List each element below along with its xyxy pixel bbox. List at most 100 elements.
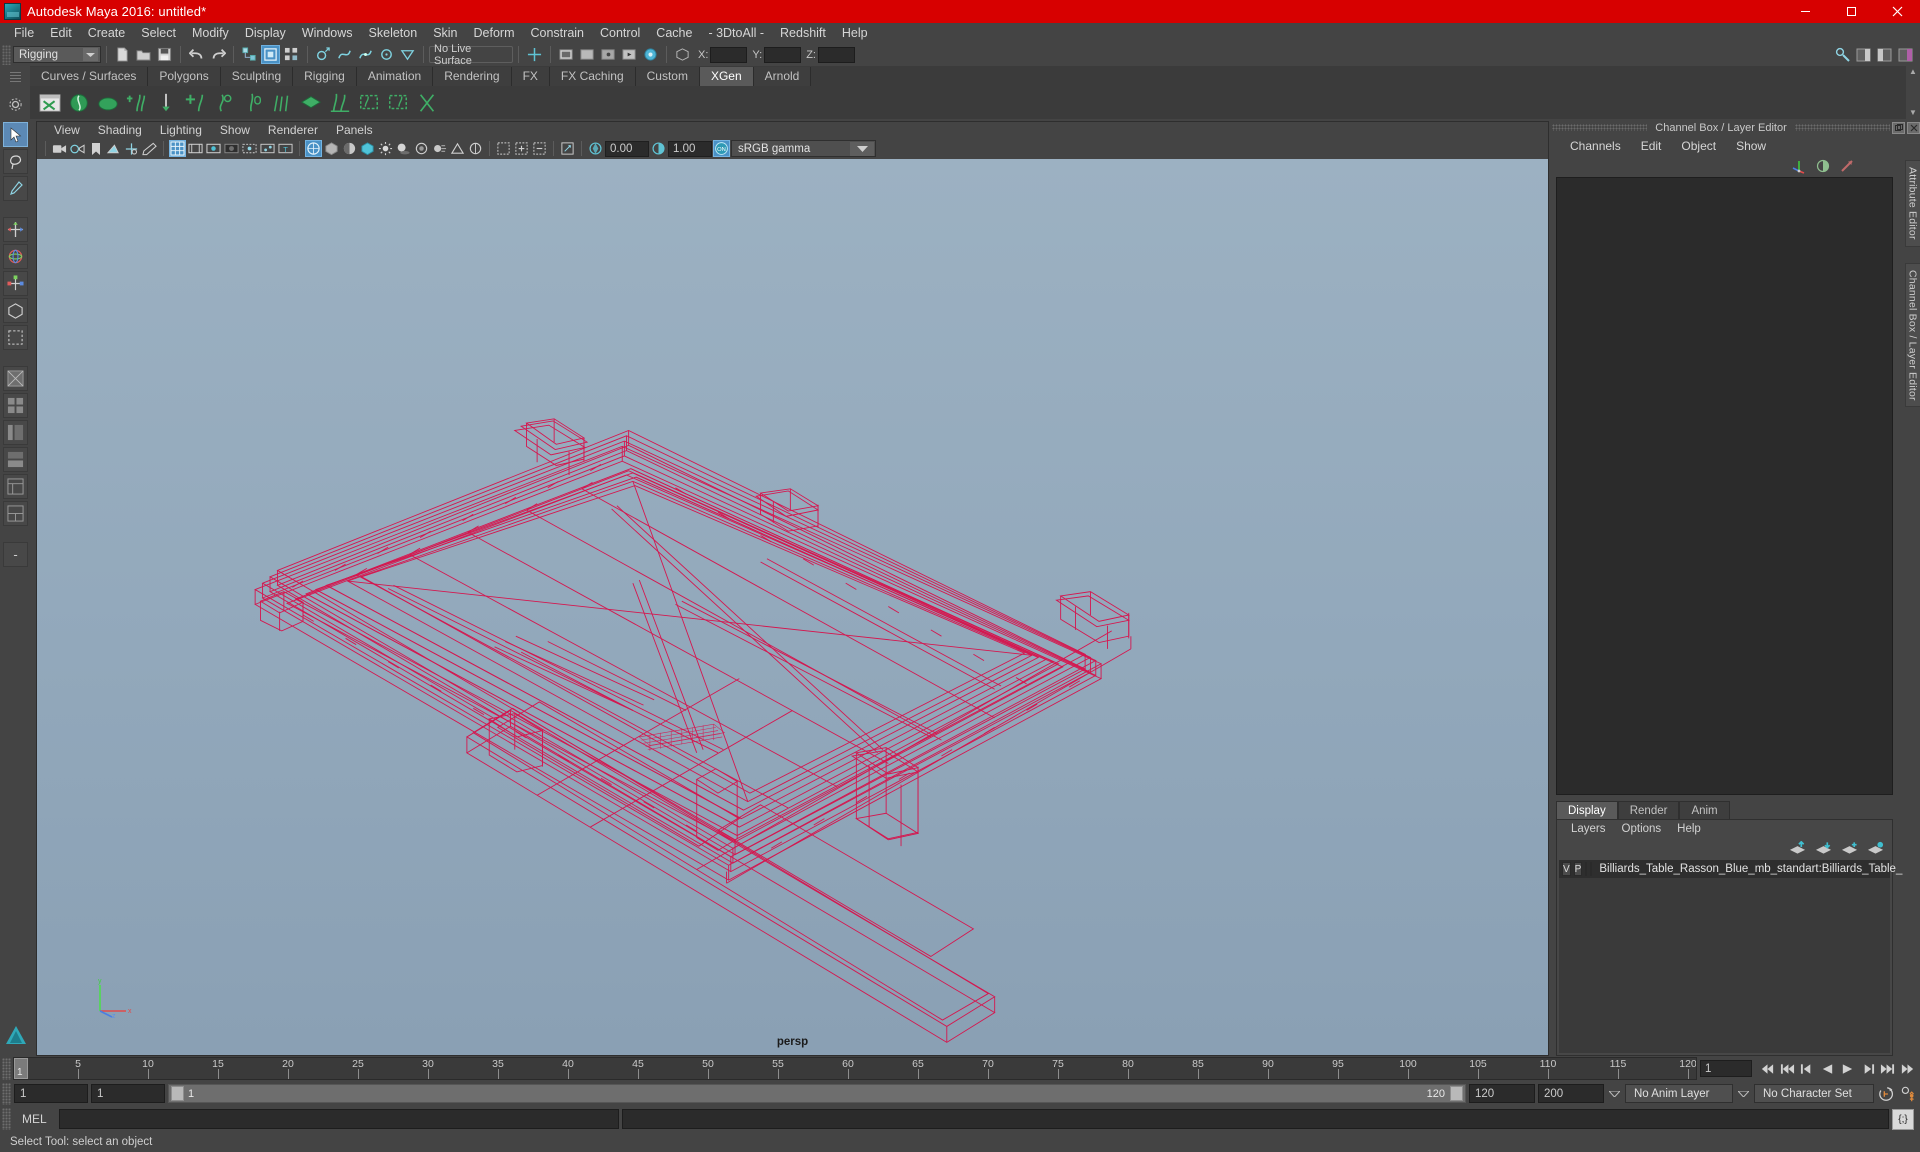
time-slider-grip[interactable] (2, 1057, 11, 1080)
anim-start-field[interactable]: 1 (91, 1084, 165, 1103)
shelf-tab-xgen[interactable]: XGen (699, 67, 754, 86)
isolate-add-icon[interactable] (513, 140, 530, 157)
shelf-tab-rigging[interactable]: Rigging (293, 67, 357, 86)
xgen-export-icon[interactable] (413, 89, 440, 116)
two-d-pan-zoom-icon[interactable] (123, 140, 140, 157)
xgen-collection-icon[interactable] (297, 89, 324, 116)
show-hide-tool-settings-icon[interactable] (1875, 45, 1894, 64)
move-layer-up-icon[interactable] (1789, 841, 1806, 855)
current-frame-field[interactable]: 1 (1700, 1060, 1752, 1077)
xray-joints-icon[interactable] (259, 140, 276, 157)
menu-redshift[interactable]: Redshift (772, 23, 834, 43)
shelf-tab-custom[interactable]: Custom (635, 67, 700, 86)
minimize-button[interactable] (1782, 0, 1828, 23)
auto-keyframe-toggle-icon[interactable] (1877, 1084, 1896, 1103)
depth-of-field-icon[interactable] (467, 140, 484, 157)
new-scene-icon[interactable] (113, 45, 132, 64)
menu-control[interactable]: Control (592, 23, 648, 43)
character-set-combo[interactable]: No Character Set (1754, 1084, 1874, 1103)
menu-modify[interactable]: Modify (184, 23, 237, 43)
viewport-menu-shading[interactable]: Shading (89, 122, 151, 139)
wireframe-shading-icon[interactable] (305, 140, 322, 158)
layer-menu-layers[interactable]: Layers (1563, 823, 1614, 835)
xgen-clumping-modifier-icon[interactable] (239, 89, 266, 116)
step-forward-key-icon[interactable] (1878, 1059, 1897, 1078)
shelf-tab-fx[interactable]: FX (511, 67, 550, 86)
select-by-hierarchy-icon[interactable] (240, 45, 259, 64)
camera-attributes-icon[interactable] (69, 140, 86, 157)
grid-toggle-icon[interactable] (169, 140, 186, 158)
menu-create[interactable]: Create (80, 23, 134, 43)
layer-row[interactable]: V P Billiards_Table_Rasson_Blue_mb_stand… (1559, 860, 1902, 878)
layer-menu-help[interactable]: Help (1669, 823, 1709, 835)
transform-xyz-icon[interactable] (673, 45, 692, 64)
menu-skeleton[interactable]: Skeleton (361, 23, 426, 43)
menu-windows[interactable]: Windows (294, 23, 361, 43)
anim-layer-combo[interactable]: No Anim Layer (1625, 1084, 1733, 1103)
viewport-menu-view[interactable]: View (45, 122, 89, 139)
xgen-description-icon[interactable] (65, 89, 92, 116)
smooth-shade-all-icon[interactable] (323, 140, 340, 157)
show-hide-channel-box-icon[interactable] (1896, 45, 1915, 64)
multisample-aa-icon[interactable] (449, 140, 466, 157)
menu-help[interactable]: Help (834, 23, 876, 43)
anim-layer-chevron-down-icon[interactable] (1607, 1084, 1622, 1103)
viewport-menu-renderer[interactable]: Renderer (259, 122, 327, 139)
render-globe-icon[interactable] (641, 45, 660, 64)
color-management-toggle-icon[interactable]: ON (713, 140, 730, 158)
ipr-render-icon[interactable] (599, 45, 618, 64)
shaded-wireframe-icon[interactable] (341, 140, 358, 157)
menu-3dtoall[interactable]: - 3DtoAll - (700, 23, 772, 43)
bookmark-layout-button[interactable]: - (3, 542, 28, 567)
shelf-tab-polygons[interactable]: Polygons (148, 67, 221, 86)
render-sequence-icon[interactable] (620, 45, 639, 64)
isolate-select-icon[interactable] (495, 140, 512, 157)
hypershade-persp-layout-button[interactable] (3, 474, 28, 499)
y-input[interactable] (764, 46, 802, 63)
range-slider-grip[interactable] (2, 1082, 11, 1105)
soft-select-button[interactable] (3, 325, 28, 350)
motion-blur-icon[interactable] (431, 140, 448, 157)
shelf-drag-handle-icon[interactable] (9, 72, 21, 83)
render-view-icon[interactable] (578, 45, 597, 64)
redo-icon[interactable] (208, 45, 227, 64)
shelf-scroll-down-icon[interactable]: ▼ (1909, 109, 1917, 117)
save-scene-icon[interactable] (155, 45, 174, 64)
shelf-tab-rendering[interactable]: Rendering (433, 67, 512, 86)
layer-list[interactable]: V P Billiards_Table_Rasson_Blue_mb_stand… (1559, 860, 1902, 1053)
character-set-chevron-down-icon[interactable] (1736, 1084, 1751, 1103)
shelf-tab-animation[interactable]: Animation (356, 67, 434, 86)
four-view-layout-button[interactable] (3, 393, 28, 418)
step-forward-frame-icon[interactable] (1858, 1059, 1877, 1078)
channel-box-visibility-icon[interactable] (1815, 158, 1831, 174)
snap-to-point-icon[interactable] (356, 45, 375, 64)
close-dock-button[interactable] (1907, 121, 1920, 134)
menu-set-selector[interactable]: Rigging (13, 46, 101, 63)
range-start-field[interactable]: 1 (14, 1084, 88, 1103)
statusline-grip[interactable] (2, 44, 11, 65)
universal-manipulator-button[interactable] (3, 298, 28, 323)
xgen-add-modifier-icon[interactable] (181, 89, 208, 116)
snap-to-projected-center-icon[interactable] (377, 45, 396, 64)
x-input[interactable] (710, 46, 748, 63)
film-gate-icon[interactable] (187, 140, 204, 157)
select-tool-button[interactable] (3, 122, 28, 147)
menu-file[interactable]: File (6, 23, 42, 43)
persp-outliner-layout-button[interactable] (3, 501, 28, 526)
show-hide-modeling-toolkit-icon[interactable] (1833, 45, 1852, 64)
view-transform-combo[interactable]: sRGB gamma (731, 140, 876, 158)
anim-end-field[interactable]: 120 (1469, 1084, 1535, 1103)
layer-tab-display[interactable]: Display (1556, 801, 1618, 819)
vertical-tab-channel-box[interactable]: Channel Box / Layer Editor (1904, 262, 1920, 408)
shelf-tab-fx-caching[interactable]: FX Caching (549, 67, 636, 86)
xray-toggle-icon[interactable] (241, 140, 258, 157)
isolate-remove-icon[interactable] (531, 140, 548, 157)
single-perspective-layout-button[interactable] (3, 366, 28, 391)
menu-cache[interactable]: Cache (648, 23, 700, 43)
lasso-tool-button[interactable] (3, 149, 28, 174)
layer-playback-toggle[interactable]: P (1573, 862, 1583, 876)
use-all-lights-icon[interactable] (377, 140, 394, 157)
manipulator-icon[interactable] (1791, 158, 1807, 174)
xgen-preview-icon[interactable] (94, 89, 121, 116)
command-input-field[interactable] (59, 1109, 619, 1129)
